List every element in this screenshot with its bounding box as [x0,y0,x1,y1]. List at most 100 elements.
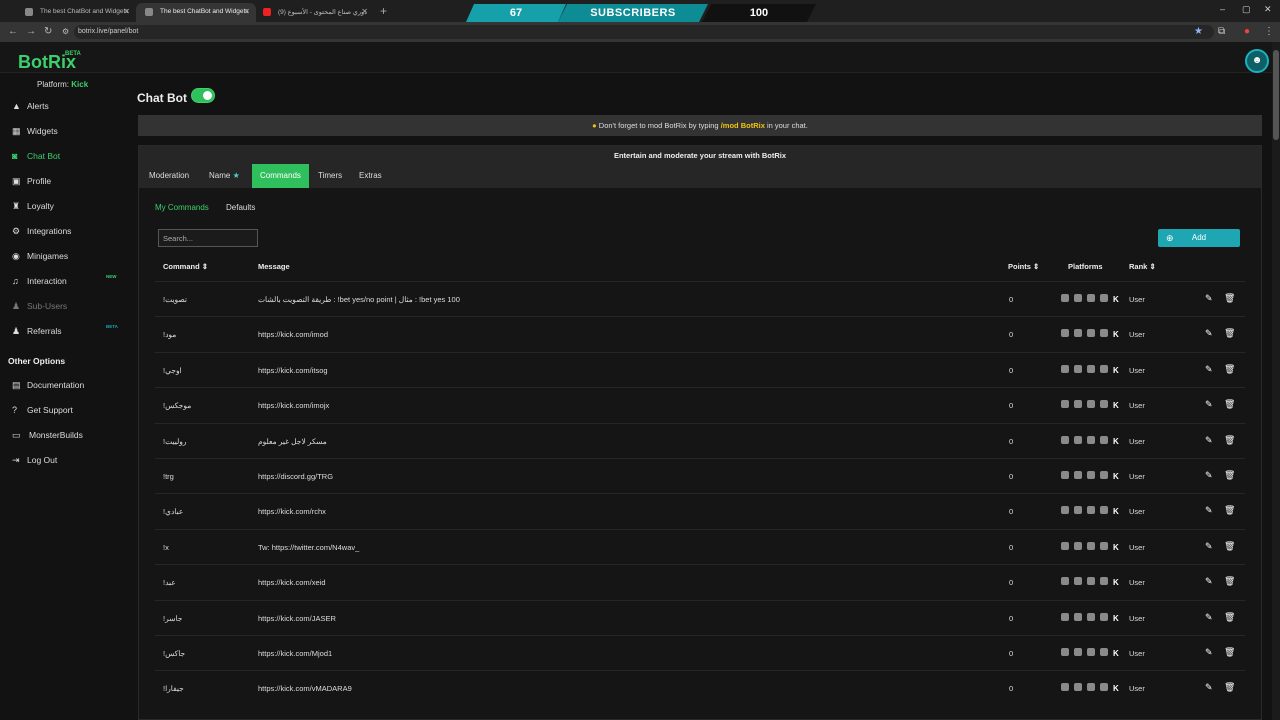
sidebar-item-monsterbuilds[interactable]: ▭ MonsterBuilds [0,425,128,445]
tab-moderation[interactable]: Moderation [141,164,197,188]
url-field[interactable]: botrix.live/panel/bot [74,25,1214,39]
referrals-icon: ♟ [12,326,21,336]
table-row: !موجكس https://kick.com/imojx 0 K User ✎ 🗑 [155,387,1245,422]
browser-tab-1[interactable]: The best ChatBot and Widgets ✕ [16,3,136,22]
sidebar-item-documentation[interactable]: ▤ Documentation [0,375,128,395]
sidebar-item-sub-users[interactable]: ♟ Sub-Users [0,296,128,316]
add-command-button[interactable]: ⊕ Add [1158,229,1240,247]
subtab-defaults[interactable]: Defaults [226,203,255,212]
chat-icon [1074,400,1082,408]
edit-icon[interactable]: ✎ [1205,399,1213,410]
trash-icon[interactable]: 🗑 [1224,435,1235,446]
extensions-icon[interactable]: ⧉ [1218,26,1225,37]
sidebar-item-log-out[interactable]: ⇥ Log Out [0,450,128,470]
reload-icon[interactable]: ↻ [44,26,52,37]
trash-icon[interactable]: 🗑 [1224,470,1235,481]
platforms-cell: K [1061,436,1119,446]
edit-icon[interactable]: ✎ [1205,576,1213,587]
trovo-icon [1100,436,1108,444]
bookmark-star-icon[interactable]: ★ [1194,26,1203,37]
twitch-icon [1061,542,1069,550]
new-tab-icon[interactable]: + [380,4,387,18]
edit-icon[interactable]: ✎ [1205,612,1213,623]
page-scrollbar[interactable] [1272,42,1280,720]
sidebar-item-referrals[interactable]: ♟ Referrals BETA [0,321,128,341]
column-points[interactable]: Points ⇕ [1008,262,1039,271]
gamepad-icon: ◉ [12,251,20,261]
sidebar-item-minigames[interactable]: ◉ Minigames [0,246,128,266]
chat-bot-toggle[interactable] [191,88,215,103]
sidebar-item-profile[interactable]: ▣ Profile [0,171,128,191]
trash-icon[interactable]: 🗑 [1224,364,1235,375]
trash-icon[interactable]: 🗑 [1224,399,1235,410]
platforms-cell: K [1061,294,1119,304]
notice-text-post: in your chat. [766,121,808,130]
platforms-cell: K [1061,613,1119,623]
site-info-icon[interactable]: ⚙ [62,27,69,36]
close-icon[interactable]: ✕ [361,7,368,16]
trash-icon[interactable]: 🗑 [1224,293,1235,304]
column-command[interactable]: Command ⇕ [163,262,208,271]
edit-icon[interactable]: ✎ [1205,470,1213,481]
edit-icon[interactable]: ✎ [1205,541,1213,552]
tab-extras[interactable]: Extras [351,164,390,188]
botrix-favicon-icon [145,8,153,16]
search-input[interactable] [158,229,258,247]
trash-icon[interactable]: 🗑 [1224,576,1235,587]
plus-circle-icon: ⊕ [1166,233,1174,243]
forward-icon[interactable]: → [26,26,36,37]
back-icon[interactable]: ← [8,26,18,37]
trovo-icon [1100,648,1108,656]
youtube-icon [1087,436,1095,444]
edit-icon[interactable]: ✎ [1205,328,1213,339]
tab-commands[interactable]: Commands [252,164,309,188]
trovo-icon [1100,294,1108,302]
trash-icon[interactable]: 🗑 [1224,682,1235,693]
points-cell: 0 [1009,330,1014,339]
edit-icon[interactable]: ✎ [1205,682,1213,693]
maximize-icon[interactable]: ▢ [1242,4,1251,15]
sidebar-item-widgets[interactable]: ▦ Widgets [0,121,128,141]
trash-icon[interactable]: 🗑 [1224,612,1235,623]
edit-icon[interactable]: ✎ [1205,293,1213,304]
sidebar-item-integrations[interactable]: ⚙ Integrations [0,221,128,241]
trash-icon[interactable]: 🗑 [1224,328,1235,339]
close-icon[interactable]: ✕ [243,7,250,16]
message-cell: Tw: https://twitter.com/N4wav_ [258,543,360,552]
close-window-icon[interactable]: ✕ [1264,4,1272,15]
scrollbar-thumb[interactable] [1273,50,1279,140]
platform-value: Kick [71,80,89,89]
close-icon[interactable]: ✕ [123,7,130,16]
column-rank[interactable]: Rank ⇕ [1129,262,1156,271]
profile-icon: ☻ [1251,55,1263,66]
menu-icon[interactable]: ⋮ [1264,26,1274,37]
message-cell: https://discord.gg/TRG [258,472,334,481]
sidebar-item-get-support[interactable]: ? Get Support [0,400,128,420]
sidebar-item-alerts[interactable]: ▲ Alerts [0,96,128,116]
subtab-my-commands[interactable]: My Commands [155,203,209,212]
tab-timers[interactable]: Timers [310,164,350,188]
youtube-icon [1087,329,1095,337]
tab-name[interactable]: Name ★ [201,164,248,188]
minimize-icon[interactable]: – [1220,4,1225,14]
toggle-knob [203,91,212,100]
user-profile-button[interactable]: ☻ [1245,49,1269,73]
chat-icon [1074,648,1082,656]
browser-tab-3[interactable]: (9) دوري صناع المحتوى - الأسبوع ✕ [254,3,374,22]
browser-tab-2[interactable]: The best ChatBot and Widgets ✕ [136,3,256,22]
edit-icon[interactable]: ✎ [1205,364,1213,375]
trash-icon[interactable]: 🗑 [1224,505,1235,516]
command-cell: !موجكس [163,401,192,410]
points-cell: 0 [1009,507,1014,516]
sidebar-item-loyalty[interactable]: ♜ Loyalty [0,196,128,216]
trash-icon[interactable]: 🗑 [1224,647,1235,658]
profile-avatar-icon[interactable]: ● [1244,26,1250,37]
sidebar-item-chat-bot[interactable]: ◙ Chat Bot [0,146,128,166]
rank-cell: User [1129,401,1145,410]
edit-icon[interactable]: ✎ [1205,505,1213,516]
edit-icon[interactable]: ✎ [1205,435,1213,446]
twitch-icon [1061,577,1069,585]
sidebar-item-interaction[interactable]: ♫ Interaction NEW [0,271,128,291]
edit-icon[interactable]: ✎ [1205,647,1213,658]
trash-icon[interactable]: 🗑 [1224,541,1235,552]
